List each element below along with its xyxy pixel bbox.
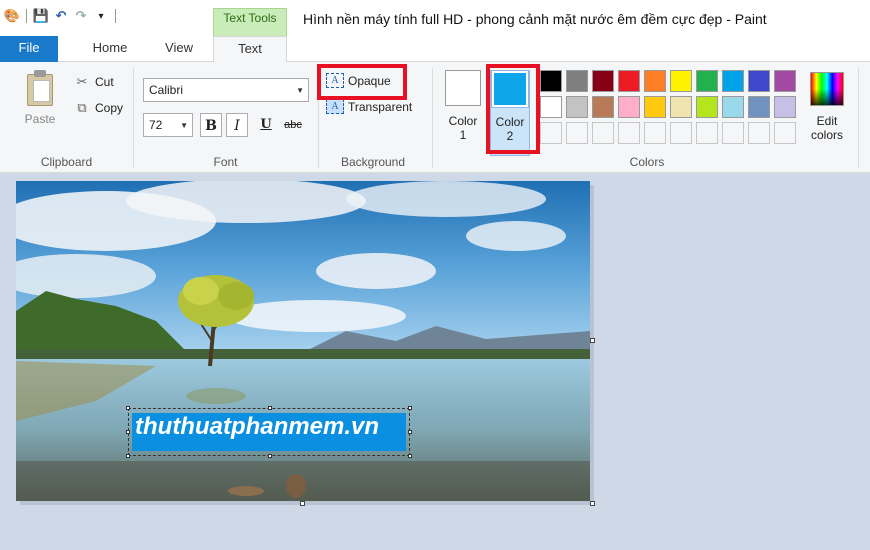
text-box-handle[interactable] [268,406,272,410]
palette-swatch[interactable] [540,122,562,144]
palette-swatch[interactable] [774,70,796,92]
palette-swatch[interactable] [748,70,770,92]
palette-swatch[interactable] [540,96,562,118]
customize-qat-icon[interactable]: ▾ [93,8,109,24]
palette-swatch[interactable] [696,122,718,144]
tab-file[interactable]: File [0,36,58,62]
chevron-down-icon: ▼ [180,121,188,130]
palette-swatch[interactable] [644,96,666,118]
paste-button[interactable]: Paste [20,70,60,132]
transparent-icon: A [326,99,344,114]
save-icon[interactable]: 💾 [33,8,49,24]
highlight-color-2 [486,64,540,154]
palette-swatch[interactable] [696,96,718,118]
palette-swatch[interactable] [670,122,692,144]
italic-button[interactable]: I [226,113,248,137]
strikethrough-button[interactable]: abc [280,113,306,137]
undo-icon[interactable]: ↶ [53,8,69,24]
palette-swatch[interactable] [722,70,744,92]
color-1-swatch [445,70,481,106]
ribbon-tabs: File Home View Text [0,36,870,63]
palette-swatch[interactable] [540,70,562,92]
text-box-content[interactable]: thuthuatphanmem.vn [135,413,379,441]
palette-swatch[interactable] [566,96,588,118]
transparent-option[interactable]: A Transparent [326,99,412,114]
edit-colors-line2: colors [810,128,843,142]
palette-swatch[interactable] [566,122,588,144]
copy-icon: ⧉ [77,100,87,115]
color-1-label-line1: Color [448,114,478,128]
paint-app-icon[interactable]: 🎨 [4,8,20,24]
edit-colors-button[interactable]: Edit colors [805,70,849,142]
palette-swatch[interactable] [618,96,640,118]
colors-group-label: Colors [629,155,665,169]
text-box-handle[interactable] [268,454,272,458]
title-bar: 🎨 💾 ↶ ↷ ▾ Text Tools Hình nền máy tính f… [0,0,870,36]
qat-separator [26,9,27,23]
palette-swatch[interactable] [774,96,796,118]
redo-icon[interactable]: ↷ [73,8,89,24]
text-box-handle[interactable] [408,430,412,434]
font-family-dropdown[interactable]: Calibri ▼ [143,78,309,102]
cut-button[interactable]: ✂ Cut [75,74,114,90]
palette-swatch[interactable] [748,96,770,118]
palette-swatch[interactable] [696,70,718,92]
text-box-handle[interactable] [126,430,130,434]
edit-colors-line1: Edit [816,114,838,128]
font-group-label: Font [213,155,238,169]
palette-swatch[interactable] [722,122,744,144]
clipboard-group-label: Clipboard [40,155,93,169]
palette-swatch[interactable] [592,122,614,144]
palette-swatch[interactable] [644,70,666,92]
chevron-down-icon: ▼ [296,86,304,95]
text-box-handle[interactable] [126,454,130,458]
text-box-handle[interactable] [408,406,412,410]
copy-label: Copy [95,101,124,115]
text-box-handle[interactable] [408,454,412,458]
palette-swatch[interactable] [670,96,692,118]
color-1-button[interactable]: Color 1 [443,70,483,156]
palette-swatch[interactable] [592,96,614,118]
text-edit-box[interactable]: thuthuatphanmem.vn [128,408,410,456]
palette-swatch[interactable] [722,96,744,118]
highlight-opaque [317,64,407,100]
cut-label: Cut [95,75,114,89]
palette-swatch[interactable] [566,70,588,92]
paste-label: Paste [24,112,56,126]
font-family-value: Calibri [149,83,184,97]
color-palette [540,70,798,146]
color-1-label-line2: 1 [459,128,467,142]
palette-swatch[interactable] [670,70,692,92]
clipboard-group: Paste ✂ Cut ⧉ Copy Clipboard [0,62,133,173]
canvas-resize-handle-right[interactable] [590,338,595,343]
tab-home[interactable]: Home [76,36,144,62]
tab-text[interactable]: Text [213,36,287,63]
canvas-resize-handle-corner[interactable] [590,501,595,506]
copy-button[interactable]: ⧉ Copy [75,100,123,116]
palette-swatch[interactable] [748,122,770,144]
bold-button[interactable]: B [200,113,222,137]
color-spectrum-icon [810,72,844,106]
text-tools-context-label: Text Tools [213,8,287,36]
text-box-handle[interactable] [126,406,130,410]
underline-button[interactable]: U [255,113,277,137]
qat-separator-2 [115,9,116,23]
canvas-resize-handle-bottom[interactable] [300,501,305,506]
paste-icon [25,70,55,106]
scissors-icon: ✂ [76,74,88,89]
quick-access-toolbar: 🎨 💾 ↶ ↷ ▾ [4,8,118,24]
transparent-label: Transparent [348,99,413,114]
palette-swatch[interactable] [618,122,640,144]
ribbon: Paste ✂ Cut ⧉ Copy Clipboard Font Calibr… [0,62,870,173]
palette-swatch[interactable] [592,70,614,92]
window-title: Hình nền máy tính full HD - phong cảnh m… [303,11,767,27]
palette-swatch[interactable] [644,122,666,144]
palette-swatch[interactable] [618,70,640,92]
font-size-value: 72 [149,118,163,132]
font-size-dropdown[interactable]: 72 ▼ [143,113,193,137]
tab-view[interactable]: View [146,36,212,62]
group-divider [858,68,859,168]
background-group-label: Background [340,155,406,169]
palette-swatch[interactable] [774,122,796,144]
